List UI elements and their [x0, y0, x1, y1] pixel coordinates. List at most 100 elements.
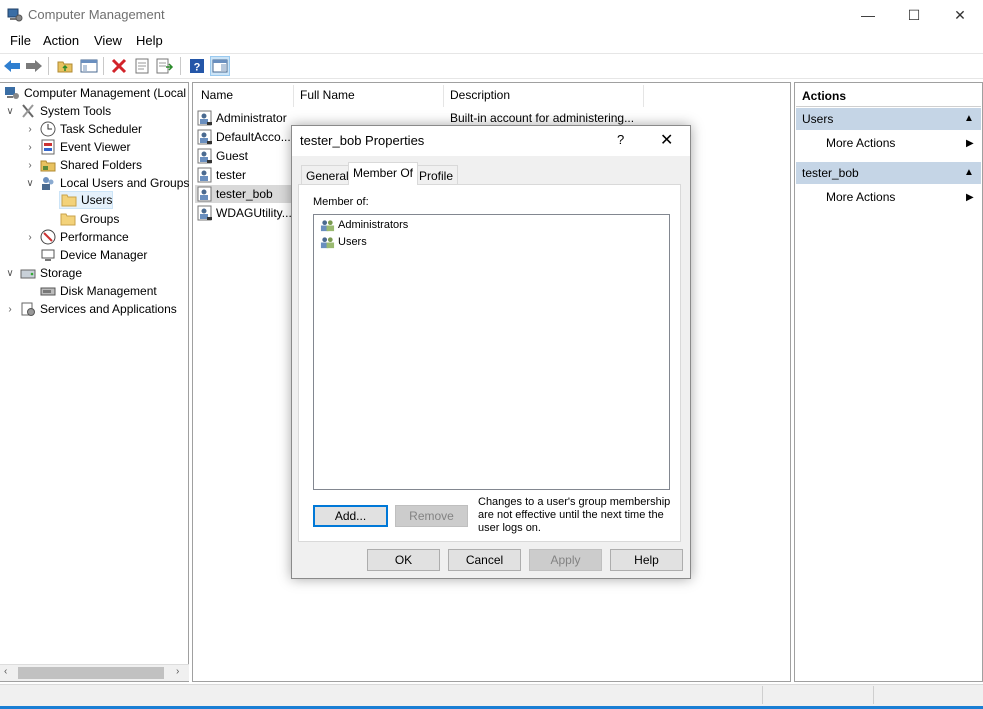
tree-item-system-tools[interactable]: ∨ System Tools	[4, 102, 111, 120]
tree-label: Event Viewer	[60, 140, 131, 154]
list-item-administrator[interactable]: Administrator	[197, 109, 287, 127]
apply-button[interactable]: Apply	[529, 549, 602, 571]
tree-label: Performance	[60, 230, 129, 244]
tree-item-device-manager[interactable]: Device Manager	[40, 246, 147, 264]
cancel-button[interactable]: Cancel	[448, 549, 521, 571]
user-description: Built-in account for administering...	[450, 111, 635, 125]
computer-management-icon	[7, 8, 23, 22]
column-header-full-name[interactable]: Full Name	[294, 85, 444, 107]
user-name: Administrator	[216, 111, 287, 125]
ok-button[interactable]: OK	[367, 549, 440, 571]
list-item-administrators[interactable]: Administrators	[320, 217, 408, 233]
status-divider	[762, 686, 763, 704]
group-icon	[320, 219, 335, 231]
tree-label: Groups	[80, 212, 120, 226]
user-icon	[197, 129, 212, 145]
chevron-right-icon[interactable]: ›	[24, 232, 36, 243]
tree-item-groups[interactable]: Groups	[60, 210, 119, 228]
menu-help[interactable]: Help	[134, 33, 165, 48]
list-item-guest[interactable]: Guest	[197, 147, 248, 165]
group-name: Administrators	[338, 219, 409, 231]
close-button[interactable]: ✕	[937, 0, 983, 30]
tree-item-services-apps[interactable]: › Services and Applications	[4, 300, 177, 318]
maximize-button[interactable]: ☐	[891, 0, 937, 30]
status-bar	[0, 684, 983, 706]
actions-section-tester-bob[interactable]: tester_bob	[796, 162, 981, 184]
properties-icon[interactable]	[132, 56, 152, 76]
list-item-users[interactable]: Users	[320, 234, 367, 250]
help-button[interactable]: Help	[610, 549, 683, 571]
user-icon	[197, 167, 212, 183]
help-icon[interactable]: ?	[187, 56, 207, 76]
menu-action[interactable]: Action	[41, 33, 81, 48]
scroll-left-icon[interactable]: ‹	[4, 666, 7, 677]
add-button[interactable]: Add...	[313, 505, 388, 527]
svg-text:?: ?	[194, 62, 201, 74]
menu-view[interactable]: View	[92, 33, 124, 48]
list-item-wdagutility[interactable]: WDAGUtility...	[197, 204, 292, 222]
tree-item-task-scheduler[interactable]: › Task Scheduler	[24, 120, 142, 138]
tree-item-storage[interactable]: ∨ Storage	[4, 264, 82, 282]
minimize-icon: —	[861, 7, 875, 23]
actions-section-users[interactable]: Users	[796, 108, 981, 130]
shared-folder-icon	[40, 160, 56, 172]
disk-icon	[40, 287, 56, 296]
user-icon	[197, 186, 212, 202]
dialog-close-button[interactable]: ✕	[660, 130, 673, 150]
section-label: Users	[802, 112, 834, 126]
member-of-list[interactable]	[313, 214, 670, 490]
tree-item-local-users-groups[interactable]: ∨ Local Users and Groups	[24, 174, 189, 192]
tree-label: Storage	[40, 266, 83, 280]
delete-icon[interactable]	[109, 56, 129, 76]
show-hide-tree-icon[interactable]	[79, 56, 99, 76]
system-tools-icon	[22, 104, 34, 118]
scroll-right-icon[interactable]: ›	[176, 666, 179, 677]
scrollbar-thumb[interactable]	[18, 667, 164, 679]
menu-file[interactable]: File	[8, 33, 33, 48]
tree-item-users[interactable]: Users	[59, 191, 113, 209]
window-title: Computer Management	[28, 7, 165, 22]
collapse-icon[interactable]: ▲	[964, 113, 974, 124]
tab-general[interactable]: General	[301, 165, 354, 185]
chevron-down-icon[interactable]: ∨	[4, 268, 16, 279]
forward-arrow-icon[interactable]	[24, 56, 44, 76]
up-folder-icon[interactable]	[55, 56, 75, 76]
tree-item-root[interactable]: Computer Management (Local	[4, 84, 186, 102]
event-viewer-icon	[41, 139, 55, 155]
section-label: tester_bob	[802, 166, 859, 180]
maximize-icon: ☐	[907, 6, 921, 23]
submenu-arrow-icon: ▶	[966, 138, 974, 149]
device-manager-icon	[41, 249, 55, 261]
actions-header: Actions	[796, 85, 981, 107]
action-more-actions-users[interactable]: More Actions	[826, 136, 895, 150]
computer-management-icon	[5, 87, 19, 99]
dialog-help-button[interactable]: ?	[617, 132, 624, 147]
chevron-right-icon[interactable]: ›	[24, 124, 36, 135]
tree-item-disk-management[interactable]: Disk Management	[40, 282, 157, 300]
collapse-icon[interactable]: ▲	[964, 167, 974, 178]
list-item-defaultaccount[interactable]: DefaultAcco...	[197, 128, 291, 146]
tree-item-shared-folders[interactable]: › Shared Folders	[24, 156, 142, 174]
list-item-tester-bob[interactable]: tester_bob	[195, 185, 291, 203]
list-item-tester[interactable]: tester	[197, 166, 246, 184]
minimize-button[interactable]: —	[845, 0, 891, 30]
tree-label: System Tools	[40, 104, 112, 118]
chevron-right-icon[interactable]: ›	[24, 142, 36, 153]
action-more-actions-tester-bob[interactable]: More Actions	[826, 190, 895, 204]
tree-item-event-viewer[interactable]: › Event Viewer	[24, 138, 130, 156]
column-header-name[interactable]: Name	[195, 85, 294, 107]
tab-member-of[interactable]: Member Of	[348, 162, 419, 185]
chevron-down-icon[interactable]: ∨	[4, 106, 16, 117]
tab-profile[interactable]: Profile	[414, 165, 459, 185]
back-arrow-icon[interactable]	[2, 56, 22, 76]
chevron-right-icon[interactable]: ›	[24, 160, 36, 171]
chevron-right-icon[interactable]: ›	[4, 304, 16, 315]
user-icon	[197, 205, 212, 221]
chevron-down-icon[interactable]: ∨	[24, 178, 36, 189]
remove-button[interactable]: Remove	[395, 505, 468, 527]
column-header-description[interactable]: Description	[444, 85, 644, 107]
action-pane-icon[interactable]	[210, 56, 230, 76]
dialog-title: tester_bob Properties	[300, 133, 425, 148]
tree-item-performance[interactable]: › Performance	[24, 228, 129, 246]
export-list-icon[interactable]	[155, 56, 175, 76]
